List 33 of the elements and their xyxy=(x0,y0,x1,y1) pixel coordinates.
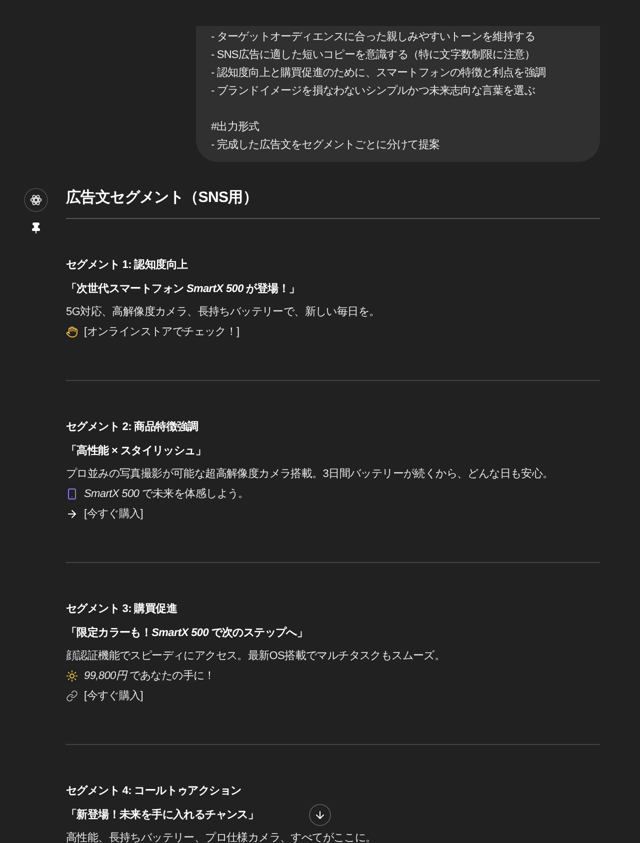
segment-heading: セグメント 3: 購買促進 xyxy=(66,602,177,617)
call-to-action-text: [オンラインストアでチェック！] xyxy=(84,325,240,340)
ad-body-text: 高性能、長持ちバッテリー、プロ仕様カメラ、すべてがここに。 xyxy=(66,830,376,843)
call-to-action-text: [今すぐ購入] xyxy=(84,507,144,522)
prompt-text-line: - SNS広告に適した短いコピーを意識する（特に文字数制限に注意） xyxy=(211,48,536,63)
response-title: 広告文セグメント（SNS用） xyxy=(66,186,600,219)
link-icon xyxy=(66,690,78,702)
ad-headline: 「新登場！未来を手に入れるチャンス」 xyxy=(66,808,259,823)
segment-heading: セグメント 2: 商品特徴強調 xyxy=(66,420,198,435)
ad-headline: 「限定カラーも！SmartX 500 で次のステップへ」 xyxy=(66,626,308,641)
prompt-text-line: - ブランドイメージを損なわないシンプルかつ未来志向な言葉を選ぶ xyxy=(211,84,535,99)
prompt-text-line: - 完成した広告文をセグメントごとに分けて提案 xyxy=(211,138,440,153)
ad-headline: 「次世代スマートフォン SmartX 500 が登場！」 xyxy=(66,282,300,297)
segment-heading: セグメント 1: 認知度向上 xyxy=(66,258,188,273)
prompt-text-line: #出力形式 xyxy=(211,120,260,135)
call-to-action-text: [今すぐ購入] xyxy=(84,689,144,704)
hand-icon xyxy=(66,326,78,338)
ad-body-text: プロ並みの写真撮影が可能な超高解像度カメラ搭載。3日間バッテリーが続くから、どんな日も安心。 xyxy=(66,466,554,482)
assistant-avatar-icon xyxy=(24,188,48,212)
pin-icon[interactable] xyxy=(30,222,42,234)
scroll-down-button[interactable] xyxy=(309,804,331,826)
call-to-action-text: 99,800円 であなたの手に！ xyxy=(84,669,215,684)
segment-heading: セグメント 4: コールトゥアクション xyxy=(66,784,242,799)
arrow-down-icon xyxy=(314,809,326,821)
ad-headline: 「高性能 × スタイリッシュ」 xyxy=(66,444,206,459)
ad-body-text: 5G対応、高解像度カメラ、長持ちバッテリーで、新しい毎日を。 xyxy=(66,304,380,320)
sun-icon xyxy=(66,670,78,682)
ad-body-text: 顔認証機能でスピーディにアクセス。最新OS搭載でマルチタスクもスムーズ。 xyxy=(66,648,446,664)
prompt-text-line: - ターゲットオーディエンスに合った親しみやすいトーンを維持する xyxy=(211,30,535,45)
prompt-text-line: - 認知度向上と購買促進のために、スマートフォンの特徴と利点を強調 xyxy=(211,66,546,81)
arrow-right-icon xyxy=(66,508,78,520)
smartphone-icon xyxy=(66,488,78,500)
call-to-action-text: SmartX 500 で未来を体感しよう。 xyxy=(84,487,249,502)
